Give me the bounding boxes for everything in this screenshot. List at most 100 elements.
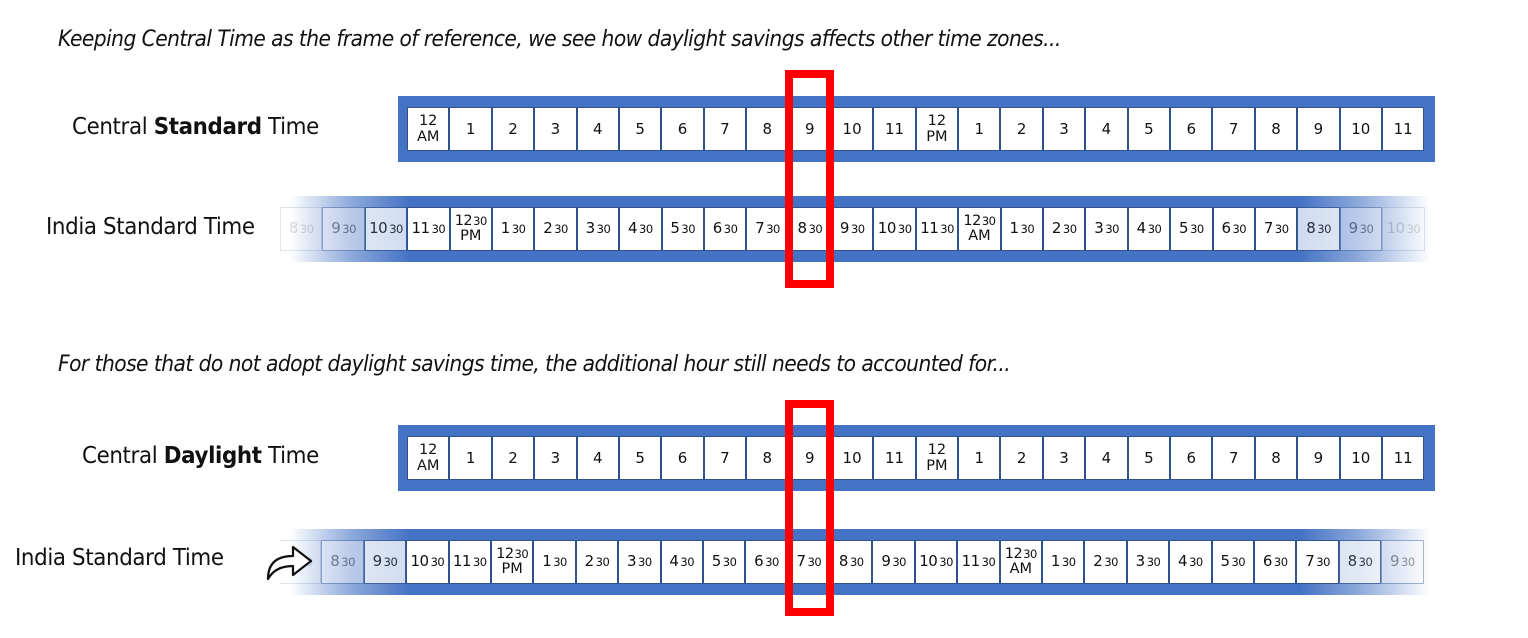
- hour-value: 3: [1059, 119, 1069, 138]
- hour-minute: 10 30: [369, 219, 403, 237]
- minutes: 30: [473, 214, 487, 228]
- hour-cell: 4 30: [1169, 540, 1212, 584]
- minutes: 30: [1359, 222, 1374, 236]
- label-central-daylight-time: Central Daylight Time: [82, 443, 319, 469]
- minutes: 30: [639, 222, 653, 236]
- hour-cell: 4: [576, 436, 619, 480]
- minutes: 30: [514, 547, 529, 561]
- hour-minute: 3 30: [1135, 552, 1161, 570]
- hour-minute: 730: [1263, 219, 1289, 237]
- hour-cell: 1230 AM: [999, 540, 1043, 584]
- hour-cell: 8: [746, 107, 789, 151]
- hour-track: 730830930103011301230PM13023033043053063…: [280, 540, 1424, 584]
- hour-value: 6: [1186, 119, 1196, 138]
- hour-minute: 5 30: [1179, 219, 1204, 237]
- minutes: 30: [595, 555, 610, 569]
- hour-cell: 11: [1381, 436, 1425, 480]
- hour-cell: 4 30: [619, 207, 662, 251]
- hour-cell: 8 30: [830, 540, 873, 584]
- hour-minute: 2 30: [584, 552, 610, 570]
- hour-cell: 7: [703, 436, 747, 480]
- hour-value: 4: [592, 119, 603, 138]
- hour-minute: 6 30: [712, 219, 738, 237]
- hour-minute: 8 30: [1306, 219, 1331, 237]
- minutes: 30: [1023, 547, 1037, 561]
- label-central-standard-time: Central Standard Time: [72, 114, 319, 140]
- hour-cell: 4: [1085, 436, 1128, 480]
- hour-value: 7: [720, 119, 730, 138]
- meridiem: PM: [926, 129, 948, 145]
- caption-top: Keeping Central Time as the frame of ref…: [58, 27, 1061, 52]
- hour-cell: 2: [1000, 107, 1043, 151]
- hour-cell: 5 30: [661, 207, 704, 251]
- hour-cell: 3: [534, 107, 577, 151]
- hour-cell: 4 30: [660, 540, 703, 584]
- hour-minute: 4 30: [669, 552, 695, 570]
- hour-value: 9: [1313, 448, 1324, 467]
- hour-minute: 2 30: [543, 219, 568, 237]
- hour-minute: 1230: [963, 213, 996, 229]
- hour-cell: 10 30: [406, 540, 449, 584]
- hour-cell: 5 30: [1211, 540, 1254, 584]
- hour-cell: 9 30: [1339, 207, 1383, 251]
- hour-value: 4: [1101, 119, 1112, 138]
- hour-cell: 3: [534, 436, 577, 480]
- hour-minute: 6 30: [1221, 219, 1247, 237]
- hour-minute: 10 30: [410, 552, 445, 570]
- hour-value: 8: [1271, 119, 1281, 138]
- hour-cell: 11: [873, 107, 916, 151]
- hour-minute: 1 30: [542, 552, 567, 570]
- hour-cell: 7: [1212, 107, 1255, 151]
- meridiem: PM: [460, 228, 482, 244]
- hour-label: 1230 AM: [1004, 546, 1038, 577]
- hour-value: 12: [927, 113, 947, 129]
- minutes: 30: [722, 555, 737, 569]
- label-india-standard-time-1: India Standard Time: [46, 214, 255, 240]
- hour-cell: 5: [1127, 436, 1171, 480]
- hour-minute: 8 30: [288, 219, 314, 237]
- hour-value: 4: [592, 448, 603, 467]
- label-bold: Standard: [153, 114, 262, 140]
- minutes: 30: [1274, 222, 1289, 236]
- hour-cell: 1230 AM: [958, 207, 1001, 251]
- hour-minute: 1230: [1004, 546, 1038, 562]
- hour-value: 12: [418, 442, 438, 458]
- hour-minute: 4 30: [1178, 552, 1203, 570]
- minutes: 30: [1146, 555, 1161, 569]
- hour-minute: 1230: [496, 546, 529, 562]
- hour-cell: 10 30: [914, 540, 958, 584]
- hour-cell: 6 30: [745, 540, 788, 584]
- hour-cell: 3 30: [1085, 207, 1128, 251]
- hour-cell: 1 30: [1000, 207, 1044, 251]
- hour-value: 4: [1101, 448, 1112, 467]
- hour-minute: 10 30: [919, 552, 953, 570]
- hour-cell: 5: [618, 436, 662, 480]
- minutes: 30: [342, 222, 356, 236]
- hour-cell: 2: [491, 436, 535, 480]
- hour-value: 6: [1186, 448, 1196, 467]
- hour-cell: 11: [873, 436, 916, 480]
- label-pre: Central: [82, 443, 164, 469]
- timeline-central-daylight: 12 AM 1 2 3 4 5 6 7 8 9 10 11 12 PM 1 2 3 4 5 6 7 8 9 10 11: [407, 436, 1425, 480]
- minutes: 30: [850, 222, 865, 236]
- meridiem: AM: [416, 458, 440, 474]
- hour-cell: 9 30: [872, 540, 915, 584]
- hour-cell: 2: [1000, 436, 1043, 480]
- meridiem: AM: [1009, 561, 1033, 577]
- hour-cell: 6: [1170, 107, 1213, 151]
- hour-cell: 10 30: [364, 207, 408, 251]
- hour-cell: 10 30: [873, 207, 916, 251]
- hour-cell: 11 30: [915, 207, 959, 251]
- minutes: 30: [680, 555, 695, 569]
- hour-value: 8: [762, 119, 773, 138]
- hour-cell: 5 30: [702, 540, 746, 584]
- hour-cell: 8: [746, 436, 789, 480]
- hour-minute: 8 30: [1347, 552, 1373, 570]
- minutes: 30: [554, 222, 568, 236]
- hour-minute: 2 30: [1051, 219, 1077, 237]
- minutes: 30: [1062, 222, 1077, 236]
- timeline-central-standard: 12 AM 1 2 3 4 5 6 7 8 9 10 11 12 PM 1 2 3 4 5 6 7 8 9 10 11: [407, 107, 1425, 151]
- hour-cell: 2 30: [534, 207, 577, 251]
- hour-cell: 3 30: [1126, 540, 1170, 584]
- hour-cell: 2 30: [1043, 207, 1086, 251]
